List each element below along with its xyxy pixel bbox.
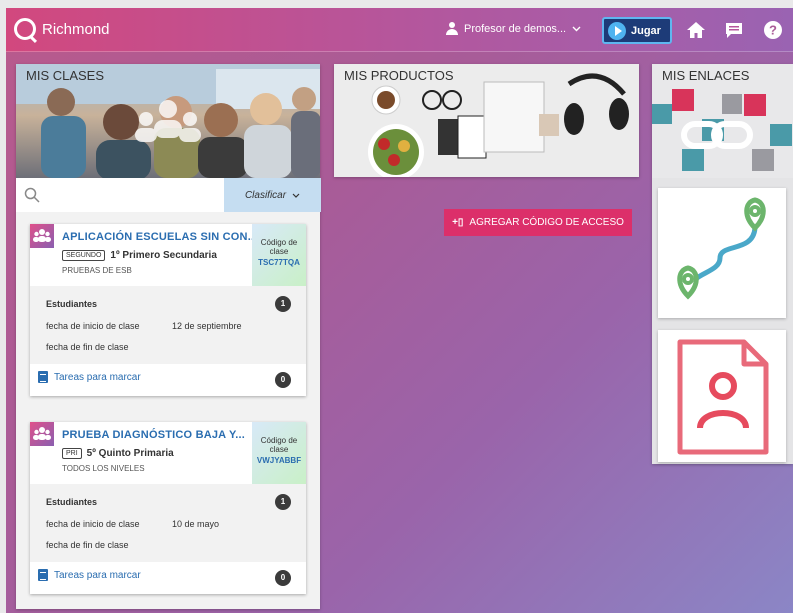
user-menu[interactable]: Profesor de demos... [446, 22, 581, 35]
user-icon [446, 22, 458, 35]
end-date-label: fecha de fin de clase [46, 342, 129, 352]
classify-dropdown[interactable]: Clasificar [224, 178, 321, 212]
messages-icon[interactable] [724, 20, 744, 40]
add-code-label: AGREGAR CÓDIGO DE ACCESO [469, 217, 624, 228]
tasks-link[interactable]: Tareas para marcar [38, 371, 141, 383]
students-count: 1 [275, 296, 291, 312]
help-icon[interactable]: ? [763, 20, 783, 40]
class-title[interactable]: PRUEBA DIAGNÓSTICO BAJA Y... [62, 429, 245, 441]
tasks-link[interactable]: Tareas para marcar [38, 569, 141, 581]
brand-name: Richmond [42, 20, 110, 38]
level-tag: SEGUNDO [62, 250, 106, 261]
level-tag: PRI [62, 448, 82, 459]
class-level: PRI 5º Quinto Primaria [62, 448, 174, 459]
add-access-code-button[interactable]: +▯ AGREGAR CÓDIGO DE ACCESO [444, 209, 632, 236]
grade-label: 5º Quinto Primaria [86, 448, 174, 459]
chevron-down-icon [572, 26, 581, 31]
classes-panel: Clasificar MIS CLASES APLICACIÓN ESCUELA… [16, 64, 321, 609]
students-label: Estudiantes [46, 299, 98, 309]
play-label: Jugar [631, 24, 661, 37]
app-frame: Richmond Profesor de demos... Jugar ? Cl… [6, 8, 793, 613]
class-details: Estudiantes 1 fecha de inicio de clase 1… [30, 286, 306, 364]
class-code-label: Código de clase [260, 436, 298, 454]
grade-label: 1º Primero Secundaria [110, 250, 217, 261]
class-subtitle: TODOS LOS NIVELES [62, 464, 145, 473]
tasks-label: Tareas para marcar [54, 569, 141, 581]
clipboard-icon [38, 569, 48, 581]
tasks-label: Tareas para marcar [54, 371, 141, 383]
classify-label: Clasificar [244, 189, 287, 201]
tasks-count: 0 [275, 372, 291, 388]
links-title: MIS ENLACES [662, 68, 750, 83]
richmond-logo-icon [14, 18, 36, 40]
clipboard-icon [38, 371, 48, 383]
products-panel: MIS PRODUCTOS +▯ AGREGAR CÓDIGO DE ACCES… [334, 64, 639, 236]
students-count: 1 [275, 494, 291, 510]
tasks-count: 0 [275, 570, 291, 586]
chevron-down-icon [292, 193, 300, 198]
class-code: TSC77TQA [258, 258, 300, 267]
richmond-logo[interactable]: Richmond [14, 18, 110, 40]
play-icon [608, 21, 626, 40]
add-book-icon: +▯ [452, 217, 464, 228]
play-button[interactable]: Jugar [602, 17, 672, 44]
home-icon[interactable] [686, 20, 706, 40]
user-label: Profesor de demos... [464, 22, 567, 35]
class-subtitle: PRUEBAS DE ESB [62, 266, 132, 275]
class-level: SEGUNDO 1º Primero Secundaria [62, 250, 217, 261]
group-icon [30, 422, 54, 446]
top-bar: Richmond Profesor de demos... Jugar ? [6, 8, 793, 52]
students-label: Estudiantes [46, 497, 98, 507]
class-details: Estudiantes 1 fecha de inicio de clase 1… [30, 484, 306, 562]
class-code-box: Código de clase VWJYABBF [252, 422, 306, 484]
start-date-label: fecha de inicio de clase [46, 321, 140, 331]
class-title[interactable]: APLICACIÓN ESCUELAS SIN CON... [62, 231, 257, 243]
route-map-icon [677, 197, 766, 300]
search-icon[interactable] [24, 187, 40, 203]
classes-title: MIS CLASES [26, 68, 105, 83]
svg-text:?: ? [769, 23, 777, 38]
start-date-value: 10 de mayo [172, 519, 220, 529]
class-code: VWJYABBF [256, 456, 302, 465]
group-icon [30, 224, 54, 248]
link-profile-tile[interactable] [658, 330, 786, 462]
products-title: MIS PRODUCTOS [344, 68, 454, 83]
profile-document-icon [677, 339, 769, 455]
class-code-box: Código de clase TSC77TQA [252, 224, 306, 286]
start-date-label: fecha de inicio de clase [46, 519, 140, 529]
class-card[interactable]: APLICACIÓN ESCUELAS SIN CON... SEGUNDO 1… [30, 224, 306, 396]
link-route-tile[interactable] [658, 188, 786, 318]
end-date-label: fecha de fin de clase [46, 540, 129, 550]
class-card[interactable]: PRUEBA DIAGNÓSTICO BAJA Y... PRI 5º Quin… [30, 422, 306, 594]
start-date-value: 12 de septiembre [172, 321, 242, 331]
class-code-label: Código de clase [260, 238, 298, 256]
